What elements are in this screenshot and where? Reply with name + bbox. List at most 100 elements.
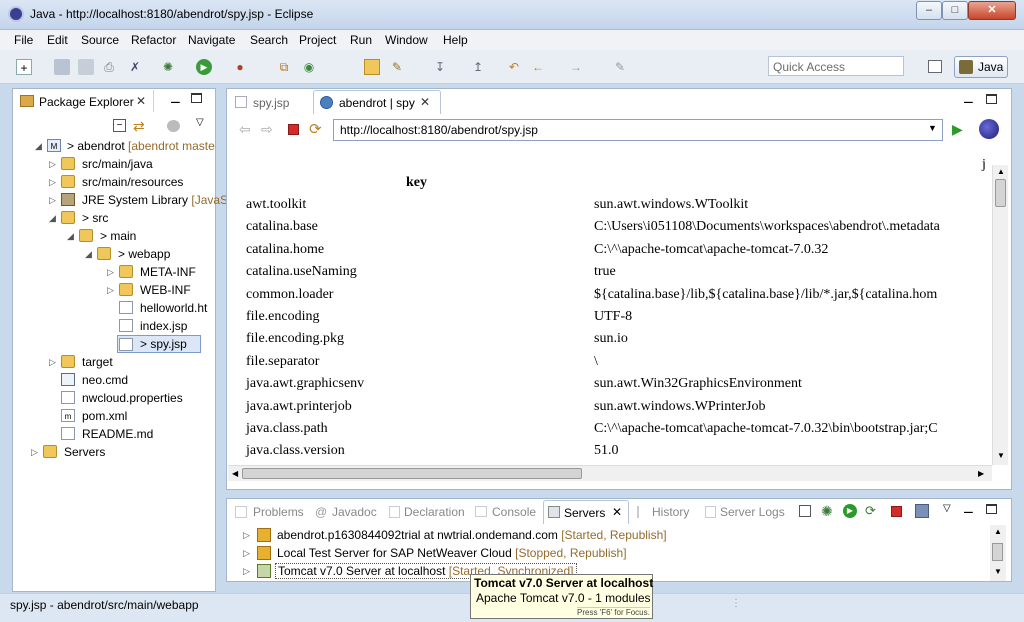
- browser-stop-icon[interactable]: [288, 124, 299, 135]
- tab-history[interactable]: History: [652, 505, 689, 519]
- scroll-down-icon[interactable]: ▼: [994, 567, 1002, 576]
- tab-problems[interactable]: Problems: [253, 505, 304, 519]
- save-icon[interactable]: [54, 59, 70, 75]
- debug-server-icon[interactable]: ✺: [821, 503, 833, 520]
- menu-window[interactable]: Window: [385, 33, 428, 47]
- back-icon[interactable]: ←: [530, 59, 546, 75]
- menu-refactor[interactable]: Refactor: [131, 33, 176, 47]
- expand-arrow-icon[interactable]: ▷: [31, 443, 41, 461]
- scroll-thumb[interactable]: [995, 179, 1006, 207]
- tree-item-neo-cmd[interactable]: neo.cmd: [13, 371, 213, 389]
- close-tab-icon[interactable]: ✕: [136, 94, 146, 108]
- tab-declaration[interactable]: Declaration: [404, 505, 465, 519]
- tree-item-spy-jsp[interactable]: > spy.jsp: [117, 335, 201, 353]
- quick-access-input[interactable]: Quick Access: [768, 56, 904, 76]
- run-icon[interactable]: ▶: [196, 59, 212, 75]
- browser-refresh-icon[interactable]: ⟳: [309, 120, 322, 138]
- expand-arrow-icon[interactable]: ▷: [107, 263, 117, 281]
- scroll-down-icon[interactable]: ▼: [997, 451, 1005, 460]
- view-menu-icon[interactable]: ▽: [943, 503, 951, 514]
- tab-abendrot-spy[interactable]: abendrot | spy ✕: [313, 90, 441, 114]
- pin-editor-icon[interactable]: ✎: [612, 59, 628, 75]
- collapse-arrow-icon[interactable]: ◢: [67, 227, 77, 245]
- menu-search[interactable]: Search: [250, 33, 288, 47]
- package-explorer-tab[interactable]: Package Explorer ✕: [14, 90, 154, 112]
- tree-item-meta-inf[interactable]: ▷ META-INF: [13, 263, 213, 281]
- tree-item-helloworld[interactable]: helloworld.ht: [13, 299, 213, 317]
- menu-edit[interactable]: Edit: [47, 33, 68, 47]
- tree-item-src-main-java[interactable]: ▷ src/main/java: [13, 155, 213, 173]
- new-java-class-icon[interactable]: ◉: [301, 59, 317, 75]
- search-icon[interactable]: ✎: [389, 59, 405, 75]
- minimize-view-icon[interactable]: ⚊: [170, 92, 181, 106]
- tree-item-src[interactable]: ◢ > src: [13, 209, 213, 227]
- tree-item-pom-xml[interactable]: m pom.xml: [13, 407, 213, 425]
- tree-item-webapp[interactable]: ◢ > webapp: [13, 245, 213, 263]
- expand-arrow-icon[interactable]: ▷: [243, 562, 250, 580]
- print-icon[interactable]: ⎙: [101, 59, 117, 75]
- tab-spy-jsp[interactable]: spy.jsp: [229, 91, 311, 113]
- open-task-icon[interactable]: [364, 59, 380, 75]
- tree-item-target[interactable]: ▷ target: [13, 353, 213, 371]
- minimize-button[interactable]: –: [916, 1, 942, 20]
- maximize-view-icon[interactable]: [986, 94, 997, 104]
- scroll-thumb[interactable]: [992, 543, 1003, 561]
- go-icon[interactable]: ▶: [952, 121, 963, 138]
- server-row[interactable]: ▷ Local Test Server for SAP NetWeaver Cl…: [227, 544, 987, 562]
- tab-server-logs[interactable]: Server Logs: [720, 505, 785, 519]
- open-perspective-icon[interactable]: [928, 60, 942, 73]
- minimize-view-icon[interactable]: ⚊: [963, 502, 974, 516]
- tab-servers[interactable]: Servers ✕: [543, 500, 629, 524]
- java-perspective-button[interactable]: Java: [954, 56, 1008, 78]
- collapse-all-icon[interactable]: −: [113, 119, 126, 132]
- maximize-button[interactable]: □: [942, 1, 968, 20]
- maximize-view-icon[interactable]: [191, 93, 202, 103]
- collapse-arrow-icon[interactable]: ◢: [49, 209, 59, 227]
- expand-arrow-icon[interactable]: ▷: [243, 526, 250, 544]
- tree-item-main[interactable]: ◢ > main: [13, 227, 213, 245]
- expand-arrow-icon[interactable]: ▷: [243, 544, 250, 562]
- tree-item-index-jsp[interactable]: index.jsp: [13, 317, 213, 335]
- start-server-icon[interactable]: ▶: [843, 504, 857, 518]
- close-tab-icon[interactable]: ✕: [420, 95, 430, 109]
- expand-arrow-icon[interactable]: ▷: [107, 281, 117, 299]
- save-all-icon[interactable]: [78, 59, 94, 75]
- link-with-editor-icon[interactable]: ⇄: [133, 118, 145, 135]
- collapse-arrow-icon[interactable]: ◢: [35, 137, 45, 155]
- url-field[interactable]: http://localhost:8180/abendrot/spy.jsp ▼: [333, 119, 943, 141]
- server-row[interactable]: ▷ abendrot.p1630844092trial at nwtrial.o…: [227, 526, 987, 544]
- tree-item-src-main-resources[interactable]: ▷ src/main/resources: [13, 173, 213, 191]
- open-type-icon[interactable]: [341, 59, 357, 75]
- menu-source[interactable]: Source: [81, 33, 119, 47]
- stop-server-icon[interactable]: [891, 506, 902, 517]
- menu-run[interactable]: Run: [350, 33, 372, 47]
- collapse-icon[interactable]: [799, 505, 811, 517]
- profile-server-icon[interactable]: ⟳: [865, 503, 876, 519]
- menu-navigate[interactable]: Navigate: [188, 33, 235, 47]
- tree-item-web-inf[interactable]: ▷ WEB-INF: [13, 281, 213, 299]
- skip-breakpoints-icon[interactable]: ✗: [127, 59, 143, 75]
- expand-arrow-icon[interactable]: ▷: [49, 191, 59, 209]
- scroll-up-icon[interactable]: ▲: [997, 167, 1005, 176]
- horizontal-scrollbar[interactable]: ◀ ▶: [228, 465, 992, 481]
- vertical-scrollbar[interactable]: ▲ ▼: [990, 525, 1006, 581]
- browser-forward-icon[interactable]: ⇨: [261, 121, 273, 138]
- new-icon[interactable]: +: [16, 59, 32, 75]
- collapse-arrow-icon[interactable]: ◢: [85, 245, 95, 263]
- tree-item-abendrot[interactable]: ◢ M > abendrot [abendrot maste: [13, 137, 215, 155]
- scroll-up-icon[interactable]: ▲: [994, 527, 1002, 536]
- scroll-thumb[interactable]: [242, 468, 582, 479]
- tab-console[interactable]: Console: [492, 505, 536, 519]
- tab-javadoc[interactable]: Javadoc: [332, 505, 377, 519]
- focus-icon[interactable]: [167, 120, 180, 132]
- tree-item-nwcloud-properties[interactable]: nwcloud.properties: [13, 389, 213, 407]
- expand-arrow-icon[interactable]: ▷: [49, 155, 59, 173]
- close-button[interactable]: ✕: [968, 1, 1016, 20]
- eclipse-browser-icon[interactable]: [979, 119, 999, 139]
- tree-item-jre-library[interactable]: ▷ JRE System Library [JavaS: [13, 191, 228, 209]
- scroll-left-icon[interactable]: ◀: [232, 469, 238, 478]
- publish-icon[interactable]: [915, 504, 929, 518]
- view-menu-icon[interactable]: ▽: [196, 117, 204, 128]
- next-annotation-icon[interactable]: ↧: [432, 59, 448, 75]
- maximize-view-icon[interactable]: [986, 504, 997, 514]
